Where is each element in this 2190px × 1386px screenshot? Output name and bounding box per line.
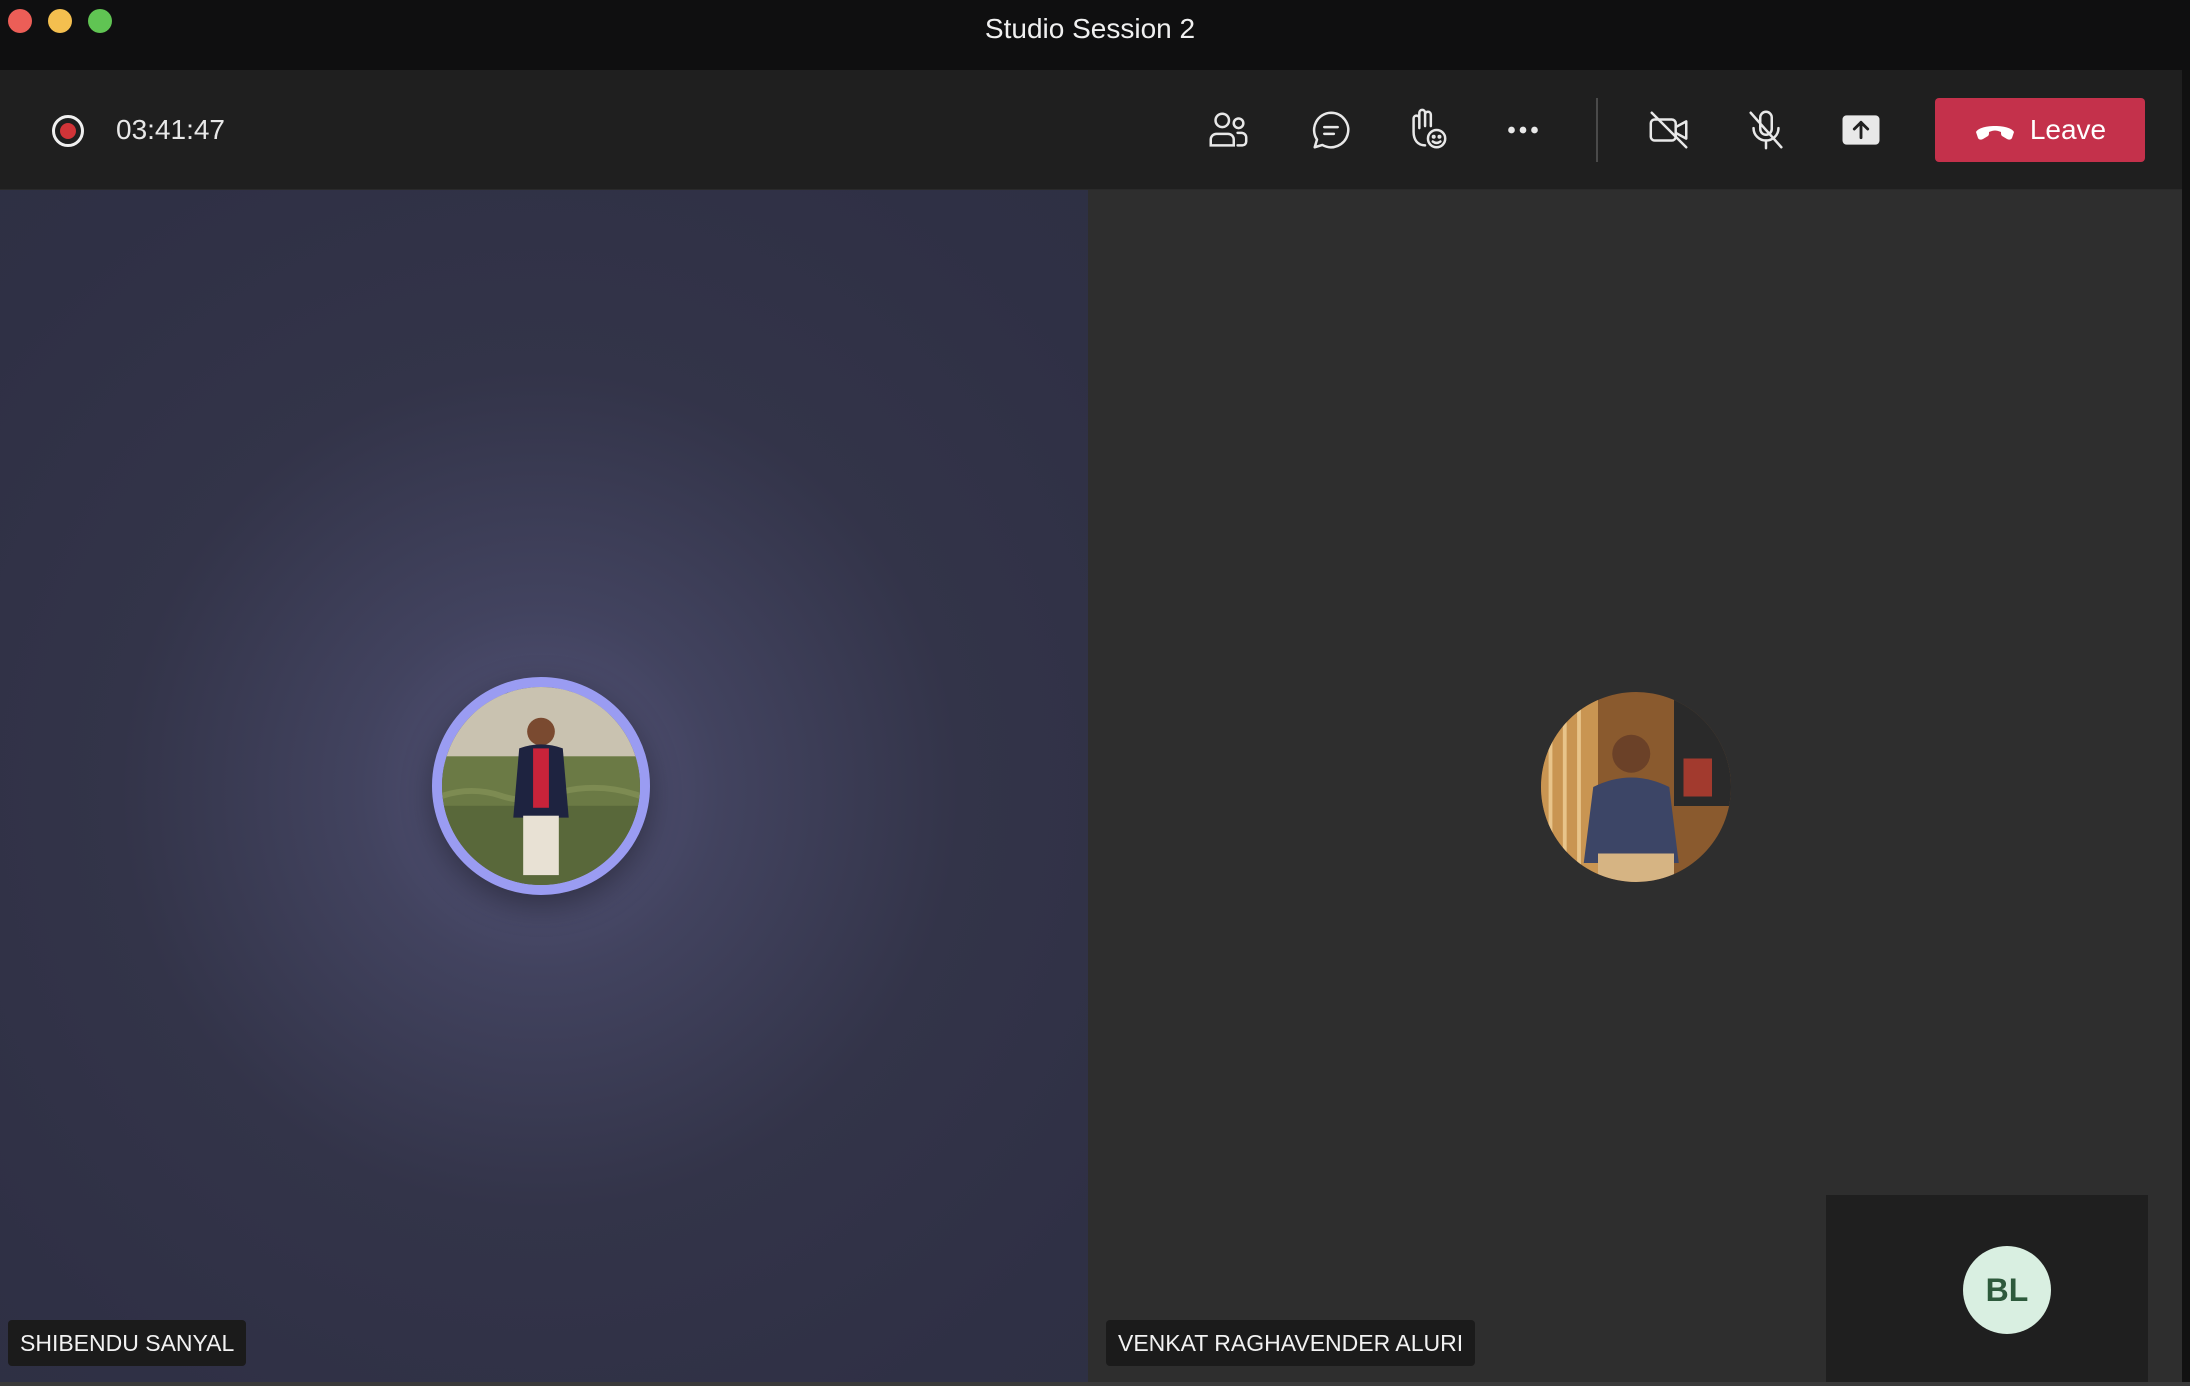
window-title: Studio Session 2 [984, 13, 1196, 44]
participant-name-2: VENKAT RAGHAVENDER ALURI [1106, 1320, 1476, 1366]
self-avatar-initials: BL [1963, 1246, 2051, 1334]
raise-hand-icon [1412, 108, 1447, 149]
participant-avatar-1 [432, 677, 650, 895]
share-screen-icon [1842, 115, 1880, 145]
toolbar-divider [1596, 98, 1598, 162]
self-view-tile[interactable]: BL [1826, 1195, 2148, 1386]
meeting-toolbar: 03:41:47 Leave [0, 70, 2190, 190]
people-icon [1209, 112, 1248, 147]
camera-toggle-button[interactable] [1637, 100, 1701, 160]
phone-hangup-icon [1975, 126, 2014, 140]
reactions-button[interactable] [1395, 100, 1459, 160]
meeting-window: Studio Session 2 03:41:47 Leave SHIBENDU… [0, 0, 2190, 1386]
window-edge [2182, 70, 2190, 1386]
chat-icon [1312, 111, 1350, 149]
leave-label: Leave [2029, 114, 2107, 145]
share-screen-button[interactable] [1829, 100, 1893, 160]
chat-button[interactable] [1299, 100, 1363, 160]
mic-off-icon [1749, 110, 1783, 150]
title-bar: Studio Session 2 [0, 0, 2190, 70]
meeting-timer: 03:41:47 [116, 114, 225, 145]
participant-name-1: SHIBENDU SANYAL [8, 1320, 247, 1366]
participant-avatar-2 [1541, 692, 1731, 882]
mic-toggle-button[interactable] [1734, 100, 1798, 160]
camera-off-icon [1649, 111, 1688, 149]
bottom-border [0, 1382, 2190, 1386]
record-icon [52, 115, 84, 147]
leave-button[interactable]: Leave [1935, 98, 2145, 162]
more-button[interactable] [1491, 100, 1555, 160]
more-icon [1508, 126, 1538, 134]
participants-button[interactable] [1196, 100, 1260, 160]
participant-photo-2 [1541, 692, 1731, 882]
participant-photo-1 [442, 687, 640, 885]
